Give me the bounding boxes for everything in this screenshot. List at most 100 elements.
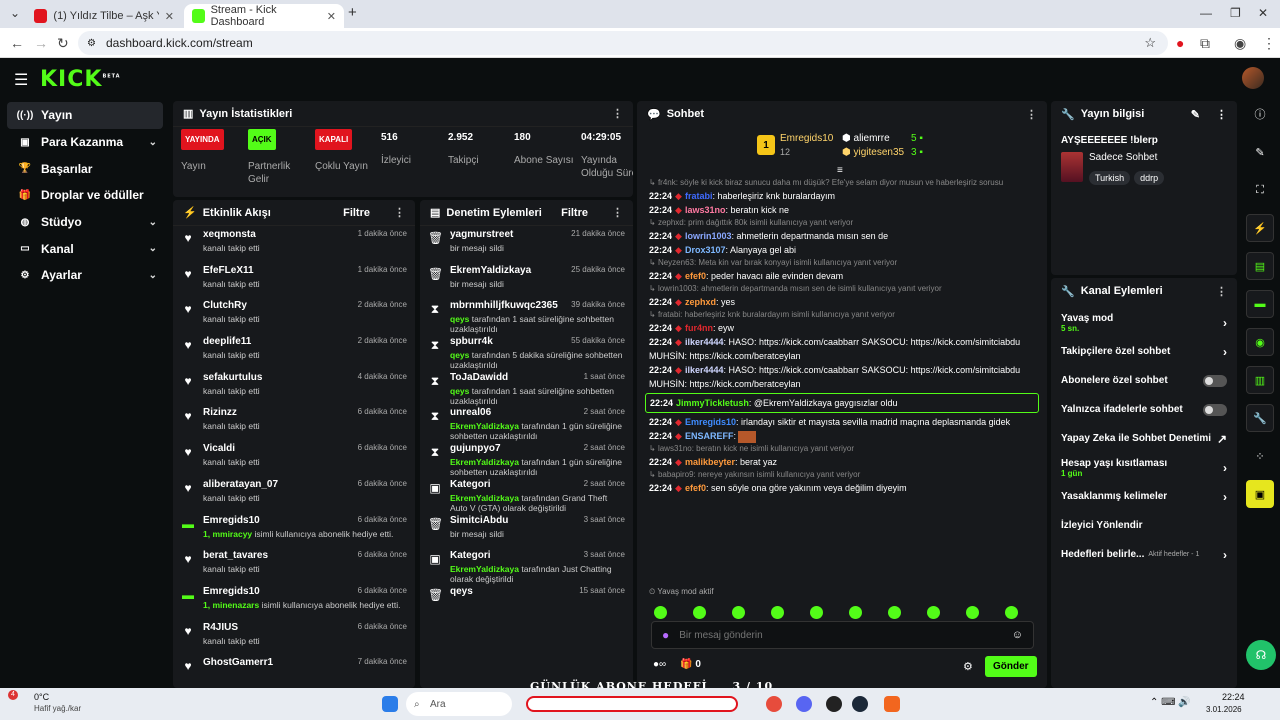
forward-icon[interactable]: → xyxy=(34,35,48,51)
list-item[interactable]: ⧗ gujunpyo7 2 saat önce EkremYaldizkaya tar… xyxy=(420,440,633,477)
more-icon[interactable]: ⋮ xyxy=(612,206,623,219)
chevron-down-icon[interactable]: ⌄ xyxy=(149,137,157,148)
sidebar-item-4[interactable]: ◍ Stüdyo ⌄ xyxy=(7,209,163,236)
message-user[interactable]: JimmyTickletush xyxy=(676,398,749,408)
item-name[interactable]: Kategori xyxy=(450,479,491,490)
list-item[interactable]: 🗑 SimitciAbdu 3 saat önce bir mesajı sildi xyxy=(420,512,633,548)
list-item[interactable]: ⧗ unreal06 2 saat önce EkremYaldizkaya tara… xyxy=(420,404,633,441)
message-user[interactable]: zephxd xyxy=(685,297,716,307)
chevron-right-icon[interactable]: › xyxy=(1223,461,1227,475)
item-highlight[interactable]: EkremYaldizkaya xyxy=(450,457,519,467)
windows-start-icon[interactable] xyxy=(382,696,398,712)
item-name[interactable]: berat_tavares xyxy=(203,550,268,561)
chevron-right-icon[interactable]: › xyxy=(1223,316,1227,330)
chat-message[interactable]: 22:24 ◆ fratabi: haberleşiriz knk buralard… xyxy=(637,189,1047,203)
chat-message[interactable]: 22:24 ◆ ilker4444: HASO: https://kick.com/… xyxy=(637,363,1047,391)
browser-tab-youtube[interactable]: (1) Yıldız Tilbe – Aşk Yok Olmak ✕ xyxy=(26,4,182,28)
sidebar-item-1[interactable]: ▣ Para Kazanma ⌄ xyxy=(7,129,163,156)
chat-message[interactable]: 22:24 ◆ Drox3107: Alanyaya gel abi xyxy=(637,243,1047,257)
list-item[interactable]: ⧗ ToJaDawidd 1 saat önce qeys tarafından 1 … xyxy=(420,369,633,406)
back-icon[interactable]: ← xyxy=(10,35,24,51)
chat-message[interactable]: 22:24 ◆ efef0: sen söyle ona göre yakınım … xyxy=(637,481,1047,495)
chat-message[interactable]: 22:24 ◆ malikbeyter: berat yaz xyxy=(637,455,1047,469)
reload-icon[interactable]: ↻ xyxy=(57,35,69,52)
kick-logo[interactable]: KICKBETA xyxy=(40,67,121,92)
browser-tab-kick[interactable]: Stream - Kick Dashboard ✕ xyxy=(184,4,344,28)
list-item[interactable]: ♥ GhostGamerr1 7 dakika önce xyxy=(173,654,415,688)
chevron-down-icon[interactable]: ⌄ xyxy=(149,243,157,254)
opera-icon[interactable]: ● xyxy=(1176,35,1184,51)
item-name[interactable]: EkremYaldizkaya xyxy=(450,265,531,276)
item-name[interactable]: EfeFLeX11 xyxy=(203,265,254,276)
item-name[interactable]: ToJaDawidd xyxy=(450,372,508,383)
list-item[interactable]: ♥ R4JIUS 6 dakika önce kanalı takip etti xyxy=(173,619,415,655)
profile-icon[interactable]: ◉ xyxy=(1234,35,1246,52)
list-item[interactable]: ♥ Vicaldi 6 dakika önce kanalı takip etti xyxy=(173,440,415,476)
chat-icon[interactable]: ▬ xyxy=(1246,290,1274,318)
item-name[interactable]: R4JIUS xyxy=(203,622,238,633)
message-user[interactable]: ilker4444 xyxy=(685,337,724,347)
discord-icon[interactable] xyxy=(796,696,812,712)
item-name[interactable]: spburr4k xyxy=(450,336,493,347)
channel-action[interactable]: Yavaş mod 5 sn. › xyxy=(1051,308,1237,337)
list-item[interactable]: ▣ Kategori 2 saat önce EkremYaldizkaya tara… xyxy=(420,476,633,513)
emote-icon[interactable] xyxy=(849,605,862,619)
sidebar-item-0[interactable]: ((·)) Yayın xyxy=(7,102,163,129)
item-highlight[interactable]: qeys xyxy=(450,314,469,324)
message-field[interactable] xyxy=(679,629,1002,641)
item-name[interactable]: xeqmonsta xyxy=(203,229,256,240)
reply-context[interactable]: ↳ zephxd: prim dağıttık 80k isimli kulla… xyxy=(637,217,1047,229)
message-user[interactable]: fratabi xyxy=(685,191,713,201)
channel-action[interactable]: Hesap yaşı kısıtlaması 1 gün › xyxy=(1051,453,1237,482)
list-item[interactable]: ▬ Emregids10 6 dakika önce 1, mmiracyy isim… xyxy=(173,512,415,548)
edit-icon[interactable]: ✎ xyxy=(1246,138,1274,166)
taskbar-search[interactable]: ⌕ Ara xyxy=(406,692,512,716)
mic-icon[interactable]: ● xyxy=(662,628,669,642)
channel-action[interactable]: Yalnızca ifadelerle sohbet xyxy=(1051,395,1237,424)
emoji-icon[interactable]: ☺ xyxy=(1012,629,1023,641)
channel-action[interactable]: Yasaklanmış kelimeler › xyxy=(1051,482,1237,511)
message-user[interactable]: efef0 xyxy=(685,271,706,281)
channel-action[interactable]: Hedefleri belirle... Aktif hedefler - 1 › xyxy=(1051,540,1237,569)
tab-list-icon[interactable]: ⌄ xyxy=(10,6,20,20)
item-name[interactable]: Emregids10 xyxy=(203,515,260,526)
item-name[interactable]: unreal06 xyxy=(450,407,491,418)
more-icon[interactable]: ⋮ xyxy=(1216,108,1227,121)
url-field[interactable]: ⚙ dashboard.kick.com/stream ☆ xyxy=(78,31,1168,55)
wrench-icon[interactable]: 🔧 xyxy=(1246,404,1274,432)
avatar[interactable] xyxy=(1242,67,1264,89)
leader-name[interactable]: Emregids10 xyxy=(780,133,833,144)
filter-button[interactable]: Filtre xyxy=(561,207,588,219)
item-highlight[interactable]: EkremYaldizkaya xyxy=(450,493,519,503)
list-item[interactable]: ♥ ClutchRy 2 dakika önce kanalı takip etti xyxy=(173,297,415,333)
list-item[interactable]: ⧗ mbrnmhilljfkuwqc2365 39 dakika önce qeys … xyxy=(420,297,633,334)
item-name[interactable]: aliberatayan_07 xyxy=(203,479,278,490)
chat-message[interactable]: 22:24 ◆ zephxd: yes xyxy=(637,295,1047,309)
apps-icon[interactable]: ⁘ xyxy=(1246,442,1274,470)
list-item[interactable]: ⧗ spburr4k 55 dakika önce qeys tarafından 5… xyxy=(420,333,633,370)
toggle-switch[interactable] xyxy=(1203,403,1227,416)
extensions-icon[interactable]: ⧉ xyxy=(1200,35,1210,52)
menu-icon[interactable]: ☰ xyxy=(14,70,28,90)
list-item[interactable]: ♥ Rizinzz 6 dakika önce kanalı takip etti xyxy=(173,404,415,440)
clock-date[interactable]: 3.01.2026 xyxy=(1206,705,1242,714)
reply-context[interactable]: ↳ fr4nk: söyle ki kick biraz sunucu daha… xyxy=(637,177,1047,189)
chat-message[interactable]: 22:24 JimmyTickletush: @EkremYaldizkaya g… xyxy=(645,393,1039,413)
reply-context[interactable]: ↳ laws31no: beratın kick ne isimli kulla… xyxy=(637,443,1047,455)
item-highlight[interactable]: qeys xyxy=(450,350,469,360)
chat-message[interactable]: 22:24 ◆ ENSAREFF: xyxy=(637,429,1047,443)
chat-message[interactable]: 22:24 ◆ ilker4444: HASO: https://kick.com/… xyxy=(637,335,1047,363)
item-name[interactable]: yagmurstreet xyxy=(450,229,513,240)
message-user[interactable]: efef0 xyxy=(685,483,706,493)
clip-icon[interactable]: ▣ xyxy=(1246,480,1274,508)
chat-message[interactable]: 22:24 ◆ laws31no: beratın kick ne xyxy=(637,203,1047,217)
tag[interactable]: Turkish xyxy=(1089,171,1131,185)
list-item[interactable]: 🗑 qeys 15 saat önce xyxy=(420,583,633,619)
reply-context[interactable]: ↳ fratabi: haberleşiriz knk buralardayım… xyxy=(637,309,1047,321)
bolt-icon[interactable]: ⚡ xyxy=(1246,214,1274,242)
chat-input[interactable]: ● ☺ xyxy=(651,621,1034,649)
item-name[interactable]: Kategori xyxy=(450,550,491,561)
site-info-icon[interactable]: ⚙ xyxy=(87,38,96,49)
gift-counter[interactable]: 🎁 0 xyxy=(680,659,701,670)
channel-action[interactable]: Abonelere özel sohbet xyxy=(1051,366,1237,395)
